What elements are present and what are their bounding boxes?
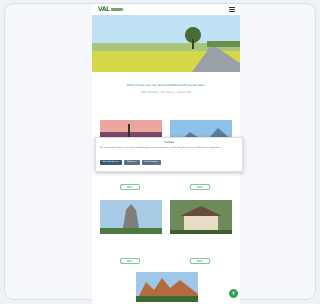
tile-button-4[interactable]: Mehr <box>190 258 210 264</box>
accept-all-button[interactable]: Alle akzeptieren <box>100 160 123 165</box>
logo-mark-graphic <box>110 8 123 11</box>
tile-image-3[interactable] <box>100 200 162 234</box>
page-title: Willkommen bei der Gedenkstättenstiftung… <box>126 83 206 87</box>
page-subtitle: Mehr erfahren · Erinnerung · Geschichte <box>140 91 192 94</box>
site-header: VAL <box>92 4 240 15</box>
hamburger-icon[interactable] <box>229 7 235 12</box>
tile-button-3[interactable]: Mehr <box>120 258 140 264</box>
tile-button-1[interactable]: Mehr <box>120 184 140 190</box>
site-logo[interactable]: VAL <box>98 6 123 13</box>
reject-button[interactable]: Ablehnen <box>124 160 140 165</box>
chat-icon[interactable]: + <box>229 289 238 298</box>
cookie-title: Cookies <box>164 141 174 144</box>
settings-button[interactable]: Einstellungen <box>141 160 162 165</box>
intro-section: Willkommen bei der Gedenkstättenstiftung… <box>100 83 232 94</box>
cookie-buttons: Alle akzeptieren Ablehnen Einstellungen <box>100 160 162 165</box>
tile-image-4[interactable] <box>170 200 232 234</box>
logo-text: VAL <box>98 6 110 13</box>
cookie-text: Wir verwenden Cookies, um Inhalte und An… <box>100 147 222 149</box>
tile-button-2[interactable]: Mehr <box>190 184 210 190</box>
cookie-banner: Cookies Wir verwenden Cookies, um Inhalt… <box>95 137 243 172</box>
hero-image <box>92 15 240 72</box>
tile-image-5[interactable] <box>136 272 198 302</box>
